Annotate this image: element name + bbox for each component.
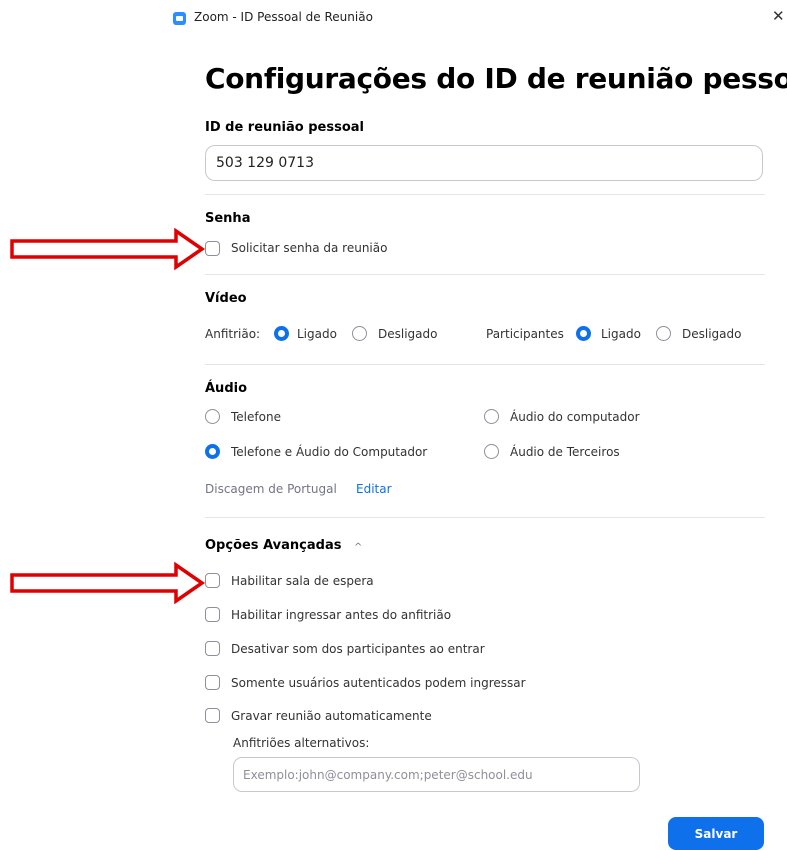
require-password-label[interactable]: Solicitar senha da reunião <box>231 241 387 255</box>
host-video-on-label[interactable]: Ligado <box>297 327 337 341</box>
audio-telephone-radio[interactable] <box>205 409 220 424</box>
audio-both-label[interactable]: Telefone e Áudio do Computador <box>231 445 427 459</box>
alternative-hosts-input[interactable] <box>233 757 640 792</box>
participants-video-on-radio[interactable] <box>576 326 591 341</box>
video-host-label: Anfitrião: <box>205 327 261 341</box>
title-bar: Zoom - ID Pessoal de Reunião ✕ <box>0 0 787 38</box>
participants-video-off-radio[interactable] <box>656 326 671 341</box>
waiting-room-label[interactable]: Habilitar sala de espera <box>231 574 374 588</box>
pmi-label: ID de reunião pessoal <box>205 120 364 135</box>
host-video-off-radio[interactable] <box>352 326 367 341</box>
audio-third-party-label[interactable]: Áudio de Terceiros <box>510 445 620 459</box>
participants-video-on-label[interactable]: Ligado <box>601 327 641 341</box>
waiting-room-checkbox[interactable] <box>205 573 220 588</box>
dial-in-country-text: Discagem de Portugal <box>205 482 337 496</box>
mute-on-entry-label[interactable]: Desativar som dos participantes ao entra… <box>231 642 485 656</box>
host-video-off-label[interactable]: Desligado <box>378 327 437 341</box>
video-participants-label: Participantes <box>486 327 564 341</box>
chevron-up-icon[interactable]: ^ <box>354 542 362 553</box>
auto-record-checkbox[interactable] <box>205 708 220 723</box>
host-video-on-radio[interactable] <box>274 326 289 341</box>
annotation-arrow-icon <box>10 228 206 270</box>
divider <box>205 364 765 365</box>
audio-telephone-label[interactable]: Telefone <box>231 410 281 424</box>
zoom-app-icon <box>173 12 186 25</box>
join-before-host-label[interactable]: Habilitar ingressar antes do anfitrião <box>231 608 451 622</box>
close-icon[interactable]: ✕ <box>772 7 785 25</box>
participants-video-off-label[interactable]: Desligado <box>682 327 741 341</box>
annotation-arrow-icon <box>10 562 206 604</box>
divider <box>205 194 765 195</box>
audio-section-label: Áudio <box>205 381 248 396</box>
require-password-checkbox[interactable] <box>205 241 220 256</box>
pmi-field[interactable] <box>205 145 763 181</box>
save-button[interactable]: Salvar <box>668 817 764 850</box>
window-title: Zoom - ID Pessoal de Reunião <box>194 10 373 24</box>
audio-computer-label[interactable]: Áudio do computador <box>510 410 640 424</box>
alternative-hosts-label: Anfitriões alternativos: <box>233 736 370 750</box>
audio-computer-radio[interactable] <box>484 409 499 424</box>
auto-record-label[interactable]: Gravar reunião automaticamente <box>231 709 432 723</box>
authenticated-only-checkbox[interactable] <box>205 675 220 690</box>
authenticated-only-label[interactable]: Somente usuários autenticados podem ingr… <box>231 676 526 690</box>
edit-dial-in-link[interactable]: Editar <box>356 482 392 496</box>
divider <box>205 517 765 518</box>
audio-both-radio[interactable] <box>205 444 220 459</box>
video-section-label: Vídeo <box>205 291 247 306</box>
join-before-host-checkbox[interactable] <box>205 607 220 622</box>
audio-third-party-radio[interactable] <box>484 444 499 459</box>
advanced-options-label[interactable]: Opções Avançadas <box>205 538 341 553</box>
page-title: Configurações do ID de reunião pessoal <box>205 62 787 95</box>
mute-on-entry-checkbox[interactable] <box>205 641 220 656</box>
divider <box>205 274 765 275</box>
password-section-label: Senha <box>205 211 251 226</box>
